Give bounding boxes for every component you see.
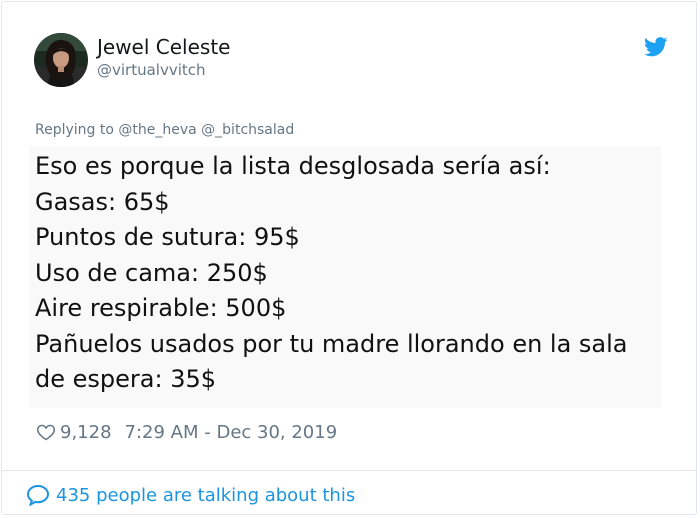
tweet-line: Pañuelos usados por tu madre llorando en… (35, 329, 628, 358)
talking-about-link[interactable]: 435 people are talking about this (26, 484, 355, 507)
mention-link[interactable]: @_bitchsalad (201, 122, 294, 138)
tweet-timestamp[interactable]: 7:29 AM - Dec 30, 2019 (125, 422, 338, 443)
tweet-meta: 9,128 7:29 AM - Dec 30, 2019 (36, 421, 337, 443)
tweet-line: Aire respirable: 500$ (35, 294, 287, 322)
tweet-line: de espera: 35$ (35, 365, 216, 393)
tweet-line: Puntos de sutura: 95$ (35, 223, 300, 251)
like-count[interactable]: 9,128 (60, 422, 112, 443)
tweet-line: Gasas: 65$ (35, 187, 170, 216)
tweet-line: Uso de cama: 250$ (35, 258, 268, 287)
talking-about-text[interactable]: 435 people are talking about this (56, 485, 355, 506)
twitter-bird-icon[interactable] (643, 36, 668, 58)
speech-bubble-icon (26, 484, 50, 507)
tweet-text: Eso es porque la lista desglosada sería … (29, 146, 661, 408)
mention-link[interactable]: @the_heva (118, 122, 196, 138)
reply-context: Replying to @the_heva @_bitchsalad (35, 122, 294, 138)
tweet-card: Jewel Celeste @virtualvvitch Replying to… (1, 1, 697, 515)
divider (2, 470, 696, 471)
avatar[interactable] (34, 33, 88, 87)
avatar-image (34, 33, 88, 87)
reply-prefix: Replying to (35, 122, 114, 138)
author-display-name[interactable]: Jewel Celeste (97, 35, 230, 59)
author-handle[interactable]: @virtualvvitch (97, 61, 206, 79)
heart-icon[interactable] (36, 422, 56, 442)
tweet-line: Eso es porque la lista desglosada sería … (35, 152, 551, 180)
